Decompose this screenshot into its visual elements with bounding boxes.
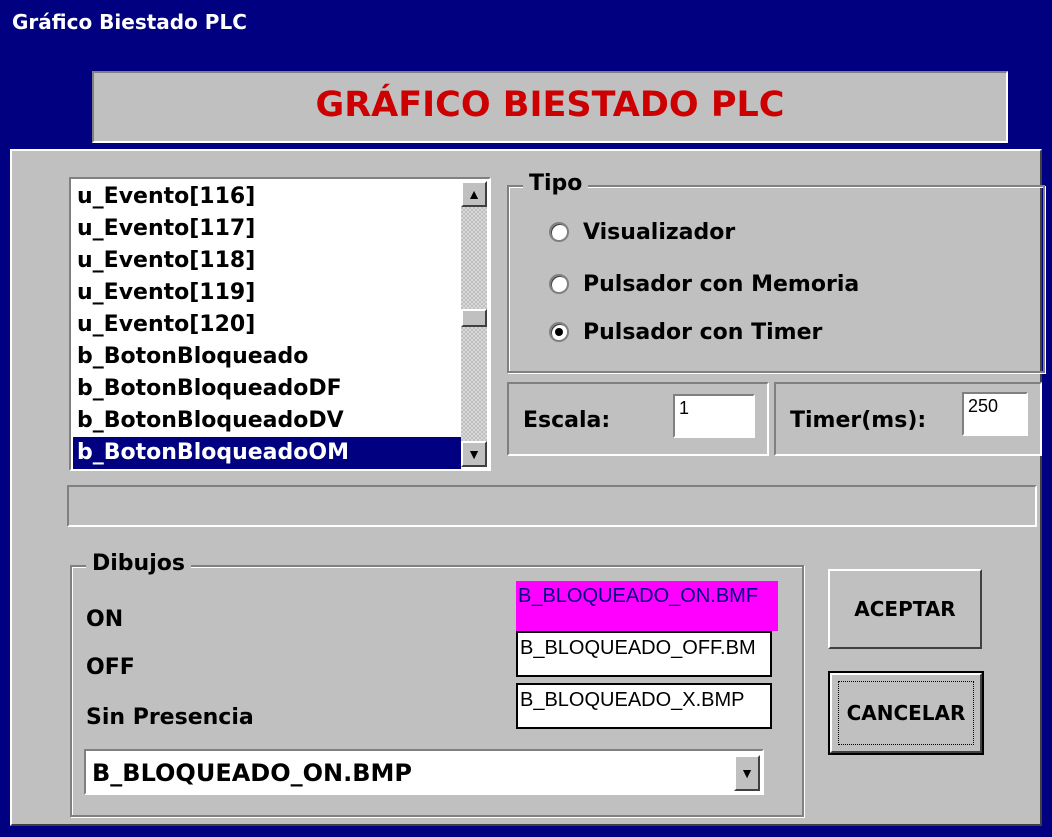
off-label: OFF xyxy=(86,655,135,680)
timer-input[interactable]: 250 xyxy=(962,392,1028,436)
list-item[interactable]: u_Evento[119] xyxy=(73,277,461,309)
arrow-up-icon: ▲ xyxy=(467,186,481,202)
list-item[interactable]: b_BotonBloqueadoDV xyxy=(73,405,461,437)
escala-box: Escala: 1 xyxy=(507,382,769,456)
list-item-selected[interactable]: b_BotonBloqueadoOM xyxy=(73,437,461,469)
cancel-button[interactable]: CANCELAR xyxy=(828,671,984,755)
radio-pulsador-memoria[interactable]: Pulsador con Memoria xyxy=(549,269,859,299)
escala-label: Escala: xyxy=(523,408,611,433)
radio-icon xyxy=(549,274,569,294)
arrow-down-icon: ▼ xyxy=(467,446,481,462)
sin-image-field[interactable]: B_BLOQUEADO_X.BMP xyxy=(516,683,772,729)
chevron-down-icon: ▼ xyxy=(740,765,754,781)
banner: GRÁFICO BIESTADO PLC xyxy=(92,71,1008,143)
list-item[interactable]: u_Evento[118] xyxy=(73,245,461,277)
main-panel: u_Evento[116] u_Evento[117] u_Evento[118… xyxy=(10,149,1045,826)
scroll-up-button[interactable]: ▲ xyxy=(461,181,487,207)
combo-dropdown-button[interactable]: ▼ xyxy=(734,755,760,791)
radio-label: Pulsador con Memoria xyxy=(583,271,860,297)
radio-pulsador-timer[interactable]: Pulsador con Timer xyxy=(549,317,822,347)
radio-label: Visualizador xyxy=(583,219,736,245)
dialog-window: Gráfico Biestado PLC GRÁFICO BIESTADO PL… xyxy=(0,0,1052,837)
variable-listbox[interactable]: u_Evento[116] u_Evento[117] u_Evento[118… xyxy=(69,177,491,471)
title-bar[interactable]: Gráfico Biestado PLC xyxy=(2,2,1050,46)
scroll-thumb[interactable] xyxy=(461,309,487,327)
radio-visualizador[interactable]: Visualizador xyxy=(549,217,735,247)
escala-input[interactable]: 1 xyxy=(673,394,755,438)
accept-button[interactable]: ACEPTAR xyxy=(828,569,982,649)
sin-presencia-label: Sin Presencia xyxy=(86,705,254,730)
list-item[interactable]: b_BotonBloqueadoDF xyxy=(73,373,461,405)
radio-checked-icon xyxy=(549,322,569,342)
list-scrollbar[interactable]: ▲ ▼ xyxy=(461,181,487,467)
on-label: ON xyxy=(86,607,124,632)
scroll-down-button[interactable]: ▼ xyxy=(461,441,487,467)
dibujos-group-label: Dibujos xyxy=(86,551,191,576)
list-item[interactable]: u_Evento[120] xyxy=(73,309,461,341)
banner-title: GRÁFICO BIESTADO PLC xyxy=(315,85,785,125)
dialog-client: GRÁFICO BIESTADO PLC u_Evento[116] u_Eve… xyxy=(10,46,1045,826)
list-item[interactable]: u_Evento[116] xyxy=(73,181,461,213)
on-image-field[interactable]: B_BLOQUEADO_ON.BMF xyxy=(516,581,778,631)
variable-list-items: u_Evento[116] u_Evento[117] u_Evento[118… xyxy=(73,181,461,469)
list-item[interactable]: b_BotonBloqueado xyxy=(73,341,461,373)
off-image-field[interactable]: B_BLOQUEADO_OFF.BM xyxy=(516,631,772,677)
radio-icon xyxy=(549,222,569,242)
tipo-group: Tipo Visualizador Pulsador con Memoria P… xyxy=(507,171,1045,373)
focus-rect xyxy=(838,681,974,745)
timer-box: Timer(ms): 250 xyxy=(774,382,1042,456)
image-file-combo[interactable]: B_BLOQUEADO_ON.BMP ▼ xyxy=(84,749,764,795)
window-title: Gráfico Biestado PLC xyxy=(12,10,247,34)
tipo-group-label: Tipo xyxy=(523,171,589,196)
list-item[interactable]: u_Evento[117] xyxy=(73,213,461,245)
timer-label: Timer(ms): xyxy=(790,408,927,433)
status-bar xyxy=(67,485,1037,527)
radio-label: Pulsador con Timer xyxy=(583,319,823,345)
combo-value: B_BLOQUEADO_ON.BMP xyxy=(92,759,412,787)
